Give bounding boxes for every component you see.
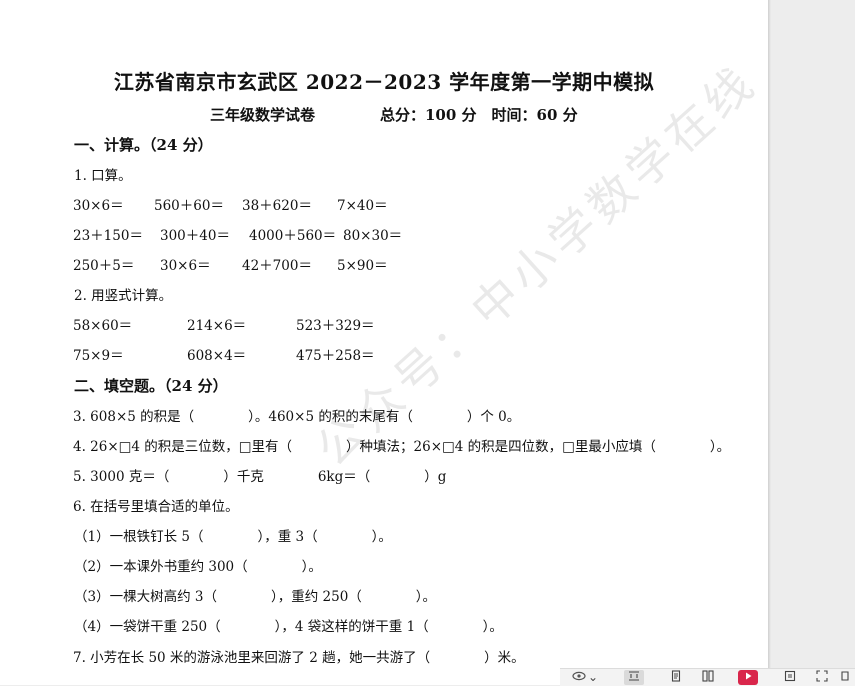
oral-item: 560＋60＝ <box>154 198 224 214</box>
two-page-icon[interactable] <box>698 670 718 685</box>
question-6: 6. 在括号里填合适的单位。 <box>73 499 239 515</box>
oral-item: 250＋5＝ <box>73 258 135 274</box>
page-edge-shadow <box>768 0 771 685</box>
eye-dropdown-caret[interactable]: ⌄ <box>588 670 598 685</box>
question-3: 3. 608×5 的积是（ ）。460×5 的积的末尾有（ ）个 0。 <box>73 409 521 425</box>
play-icon[interactable] <box>738 670 758 685</box>
exam-grade: 三年级数学试卷 <box>210 106 316 124</box>
vertical-item: 75×9＝ <box>73 348 124 364</box>
vertical-item: 608×4＝ <box>187 348 247 364</box>
oral-item: 4000＋560＝ <box>249 228 337 244</box>
vertical-item: 523＋329＝ <box>296 318 375 334</box>
document-title: 江苏省南京市玄武区 2022－2023 学年度第一学期中模拟 <box>113 70 655 94</box>
vertical-item: 475＋258＝ <box>296 348 375 364</box>
oral-item: 23＋150＝ <box>73 228 143 244</box>
section-2-heading: 二、填空题。（24 分） <box>74 377 228 395</box>
question-5: 5. 3000 克＝（ ）千克 6kg＝（ ）g <box>73 469 447 485</box>
question-6-item: （3）一棵大树高约 3（ ），重约 250（ ）。 <box>74 589 437 605</box>
question-7: 7. 小芳在长 50 米的游泳池里来回游了 2 趟，她一共游了（ ）米。 <box>73 650 525 666</box>
vertical-item: 58×60＝ <box>73 318 133 334</box>
document-page: 江苏省南京市玄武区 2022－2023 学年度第一学期中模拟 三年级数学试卷 总… <box>0 0 768 685</box>
viewer-toolbar: ⌄ <box>560 668 855 686</box>
question-6-item: （4）一袋饼干重 250（ ），4 袋这样的饼干重 1（ ）。 <box>74 619 503 635</box>
oral-item: 30×6＝ <box>73 198 124 214</box>
oral-item: 80×30＝ <box>343 228 403 244</box>
fit-width-icon[interactable] <box>624 670 644 685</box>
vertical-item: 214×6＝ <box>187 318 247 334</box>
question-6-item: （1）一根铁钉长 5（ ），重 3（ ）。 <box>74 529 392 545</box>
oral-item: 38＋620＝ <box>242 198 312 214</box>
single-page-icon[interactable] <box>666 670 686 685</box>
fullscreen-icon[interactable] <box>812 670 832 685</box>
oral-item: 30×6＝ <box>160 258 211 274</box>
question-6-item: （2）一本课外书重约 300（ ）。 <box>74 559 322 575</box>
score-and-time: 总分：100 分 时间：60 分 <box>380 106 578 124</box>
more-icon[interactable] <box>838 670 852 685</box>
oral-item: 42＋700＝ <box>242 258 312 274</box>
eye-icon[interactable] <box>570 670 588 685</box>
oral-item: 7×40＝ <box>337 198 388 214</box>
oral-item: 300＋40＝ <box>160 228 230 244</box>
question-2-label: 2. 用竖式计算。 <box>74 288 173 304</box>
oral-item: 5×90＝ <box>337 258 388 274</box>
section-1-heading: 一、计算。（24 分） <box>74 136 213 154</box>
reader-mode-icon[interactable] <box>780 670 800 685</box>
question-4: 4. 26×□4 的积是三位数，□里有（ ）种填法；26×□4 的积是四位数，□… <box>73 439 731 455</box>
question-1-label: 1. 口算。 <box>74 168 132 184</box>
